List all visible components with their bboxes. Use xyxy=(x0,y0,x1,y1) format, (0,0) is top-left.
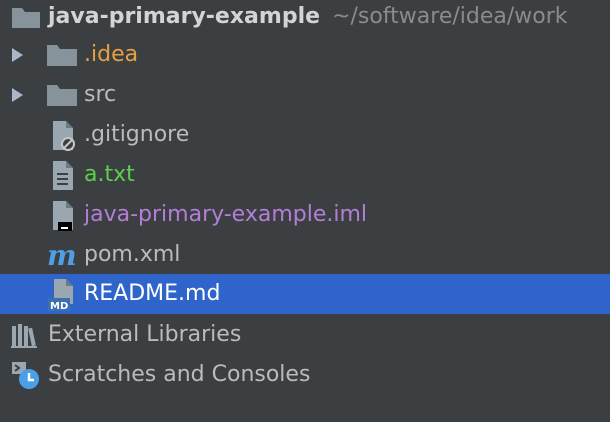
tree-item-readme[interactable]: MD README.md xyxy=(0,274,610,314)
expand-arrow-icon[interactable] xyxy=(12,88,23,102)
libraries-icon xyxy=(10,322,40,356)
tree-item-iml[interactable]: java-primary-example.iml xyxy=(0,196,610,234)
tree-item-label: README.md xyxy=(84,281,221,306)
folder-icon xyxy=(46,42,78,74)
svg-text:MD: MD xyxy=(50,301,68,312)
tree-item-idea[interactable]: .idea xyxy=(0,36,610,74)
text-file-icon xyxy=(50,160,76,198)
folder-icon xyxy=(46,82,78,114)
tree-item-pom[interactable]: m pom.xml xyxy=(0,236,610,274)
project-tree: java-primary-example ~/software/idea/work… xyxy=(0,0,610,422)
tree-item-label: src xyxy=(84,82,117,107)
project-name: java-primary-example xyxy=(48,4,321,29)
tree-item-label: External Libraries xyxy=(48,322,242,347)
iml-file-icon xyxy=(50,200,78,238)
scratches-icon xyxy=(10,360,42,398)
tree-item-label: pom.xml xyxy=(84,242,181,267)
tree-item-label: .gitignore xyxy=(84,122,190,147)
ignored-file-icon xyxy=(50,120,78,158)
tree-item-src[interactable]: src xyxy=(0,76,610,114)
tree-root-label: java-primary-example ~/software/idea/work xyxy=(48,4,568,30)
tree-root[interactable]: java-primary-example ~/software/idea/work xyxy=(0,0,610,36)
svg-text:m: m xyxy=(47,240,77,270)
expand-arrow-icon[interactable] xyxy=(12,48,23,62)
markdown-file-icon: MD xyxy=(46,278,80,318)
project-path: ~/software/idea/work xyxy=(332,4,568,29)
tree-item-label: java-primary-example.iml xyxy=(84,202,368,227)
tree-item-label: a.txt xyxy=(84,162,135,187)
folder-icon xyxy=(10,6,42,36)
tree-item-external-libraries[interactable]: External Libraries xyxy=(0,316,610,354)
tree-item-scratches[interactable]: Scratches and Consoles xyxy=(0,356,610,394)
tree-item-a-txt[interactable]: a.txt xyxy=(0,156,610,194)
tree-item-label: .idea xyxy=(84,42,139,67)
tree-item-label: Scratches and Consoles xyxy=(48,362,311,387)
maven-icon: m xyxy=(46,239,80,276)
tree-item-gitignore[interactable]: .gitignore xyxy=(0,116,610,154)
